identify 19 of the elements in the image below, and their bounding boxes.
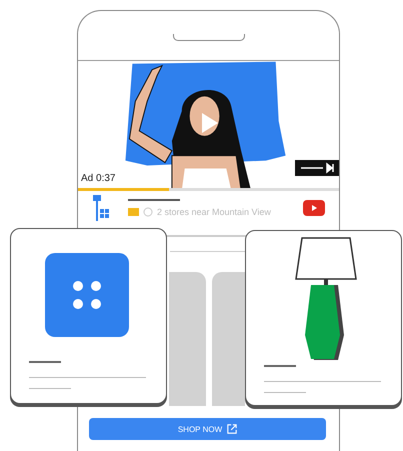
product-card[interactable]	[245, 230, 402, 406]
youtube-icon[interactable]	[303, 200, 325, 216]
play-icon[interactable]	[200, 111, 220, 135]
text-placeholder-line	[29, 361, 61, 362]
phone-speaker	[172, 34, 244, 41]
shop-now-button[interactable]: SHOP NOW	[89, 418, 326, 440]
video-player[interactable]: Ad 0:37	[78, 61, 339, 191]
product-card[interactable]	[10, 228, 167, 404]
lamp-icon	[92, 195, 110, 221]
app-icon	[45, 253, 129, 337]
skip-button[interactable]	[295, 160, 339, 176]
ad-badge-icon	[128, 208, 139, 216]
product-tile[interactable]	[169, 272, 206, 406]
title-placeholder-line	[128, 199, 180, 201]
store-info-text: 2 stores near Mountain View	[157, 207, 271, 217]
ad-timer: Ad 0:37	[81, 173, 116, 184]
product-tile[interactable]	[212, 272, 245, 406]
text-placeholder-line	[264, 365, 296, 366]
external-link-icon	[227, 424, 238, 434]
